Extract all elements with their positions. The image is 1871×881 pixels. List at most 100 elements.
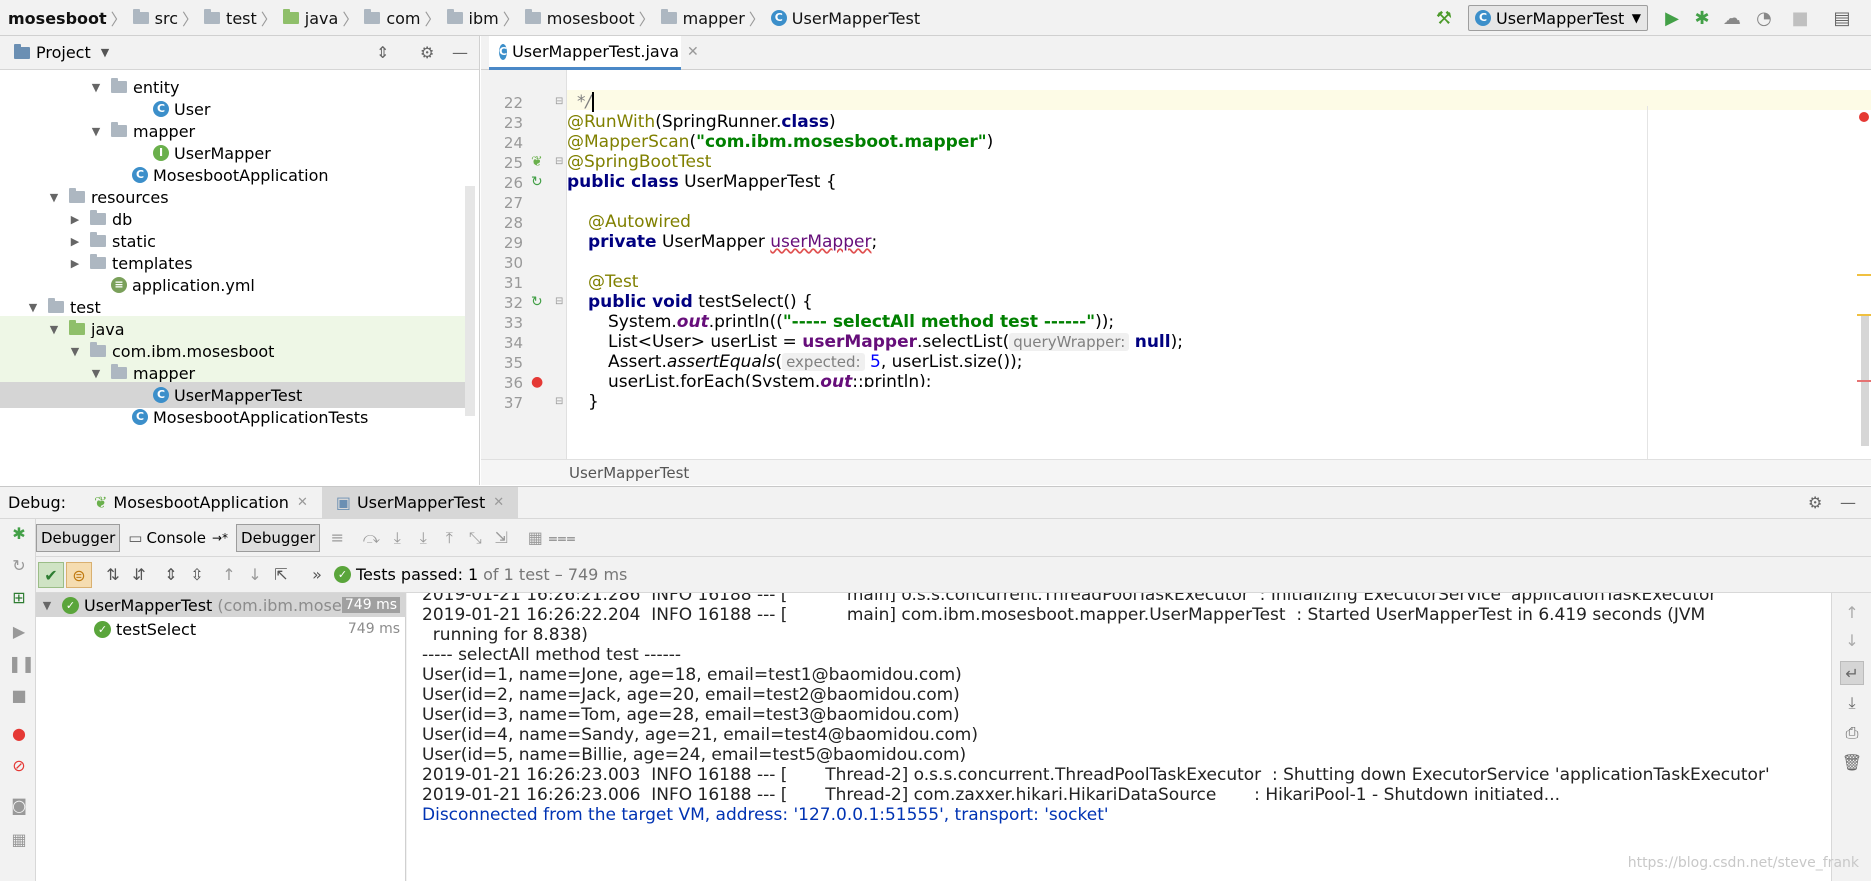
breadcrumb-item[interactable]: java [282, 9, 338, 28]
interface-icon: I [153, 145, 169, 161]
tab-mosesbootapplication[interactable]: ❦ MosesbootApplication ✕ [80, 487, 322, 519]
resume-icon[interactable]: ▶ [8, 621, 30, 643]
view-breakpoints-icon[interactable]: ● [8, 723, 30, 745]
test-row-usermappertest[interactable]: ▼ ✓ UserMapperTest (com.ibm.mosesb 749 m… [36, 593, 406, 617]
tree-item-label: UserMapper [174, 143, 271, 163]
breadcrumb-item[interactable]: ibm [446, 9, 499, 28]
test-config-icon: ▣ [335, 493, 351, 512]
coverage-icon[interactable]: ☁ [1720, 6, 1744, 30]
drop-frame-icon[interactable]: ⤡ [462, 525, 488, 551]
gear-icon[interactable]: ⚙ [1808, 493, 1822, 512]
profile-icon[interactable]: ◔ [1752, 6, 1776, 30]
chevron-down-icon[interactable]: ▼ [26, 301, 40, 314]
gear-icon[interactable]: ⚙ [420, 43, 434, 62]
tree-item-label: MosesbootApplication [153, 165, 329, 185]
build-icon[interactable]: ⚒ [1432, 6, 1456, 30]
debugger-tab[interactable]: Debugger [36, 523, 121, 552]
minimize-icon[interactable]: — [1840, 493, 1856, 512]
breadcrumb-item[interactable]: src [132, 9, 178, 28]
run-configuration-select[interactable]: C UserMapperTest ▼ [1468, 5, 1648, 31]
project-panel-header: Project ▼ ⇕ ⚙ — [0, 36, 479, 70]
tree-item-label: application.yml [132, 275, 255, 295]
editor-tab-usermappertest[interactable]: C UserMapperTest.java ✕ [489, 36, 699, 70]
chevron-down-icon[interactable]: ▼ [40, 599, 54, 612]
mute-breakpoints-icon[interactable]: ⊘ [8, 755, 30, 777]
down-arrow-icon[interactable]: ↓ [1840, 629, 1864, 653]
chevron-down-icon[interactable]: ▼ [89, 125, 103, 138]
error-marker-icon[interactable] [1859, 112, 1869, 122]
sort-duration-icon[interactable]: ⇵ [126, 562, 152, 588]
editor-scrollbar[interactable] [1857, 106, 1871, 459]
warning-stripe[interactable] [1857, 274, 1871, 276]
breadcrumb-item[interactable]: C UserMapperTest [770, 9, 920, 28]
chevron-down-icon[interactable]: ▼ [47, 323, 61, 336]
step-over-icon[interactable]: ⤼ [358, 525, 384, 551]
console-output[interactable]: 2019-01-21 16:26:21.286 INFO 16188 --- [… [407, 593, 1831, 881]
chevron-down-icon[interactable]: ▼ [89, 367, 103, 380]
show-ignored-icon[interactable]: ⊜ [66, 561, 92, 588]
test-class-icon: C [499, 43, 508, 60]
error-stripe[interactable] [1857, 380, 1871, 382]
expand-all-icon[interactable]: ⇕ [158, 562, 184, 588]
tree-item[interactable]: C MosesbootApplicationTests [0, 404, 470, 430]
run-to-cursor-icon[interactable]: ⇲ [488, 525, 514, 551]
chevron-right-icon[interactable]: ▶ [68, 257, 82, 270]
up-arrow-icon[interactable]: ↑ [1840, 601, 1864, 625]
previous-failed-icon[interactable]: ↑ [216, 562, 242, 588]
sort-alpha-icon[interactable]: ⇅ [100, 562, 126, 588]
print-icon[interactable]: ⎙ [1840, 721, 1864, 745]
export-icon[interactable]: ⇱ [268, 562, 294, 588]
layout-icon[interactable]: ▦ [8, 829, 30, 851]
step-out-icon[interactable]: ⤒ [436, 525, 462, 551]
breadcrumb-item[interactable]: test [204, 9, 257, 28]
soft-wrap-icon[interactable]: ↵ [1840, 661, 1864, 685]
pause-icon[interactable]: ❚❚ [8, 653, 35, 675]
chevron-right-icon[interactable]: ▶ [68, 235, 82, 248]
tests-passed-icon: ✓ [334, 566, 351, 583]
chevron-down-icon[interactable]: ▼ [89, 81, 103, 94]
chevron-down-icon[interactable]: ▼ [68, 345, 82, 358]
close-icon[interactable]: ✕ [493, 495, 504, 510]
next-failed-icon[interactable]: ↓ [242, 562, 268, 588]
chevron-down-icon[interactable]: ▼ [101, 46, 109, 59]
rerun-debug-icon[interactable]: ✱ [8, 523, 30, 545]
stop-icon[interactable]: ■ [8, 685, 30, 707]
chevron-down-icon[interactable]: ▼ [47, 191, 61, 204]
step-into-icon[interactable]: ⤓ [384, 525, 410, 551]
more-icon[interactable]: » [304, 562, 330, 588]
toggle-tests-icon[interactable]: ⊞ [8, 587, 30, 609]
test-row-testselect[interactable]: ✓ testSelect 749 ms [36, 617, 406, 641]
project-panel-title[interactable]: Project [36, 43, 91, 62]
trace-icon[interactable]: ⩶ [548, 525, 575, 551]
project-scrollbar[interactable] [465, 186, 475, 416]
close-icon[interactable]: ✕ [297, 495, 308, 510]
console-line: 2019-01-21 16:26:22.204 INFO 16188 --- [… [422, 605, 1706, 625]
debugger-tab-2[interactable]: Debugger [236, 523, 321, 552]
editor-breadcrumb[interactable]: UserMapperTest [481, 459, 1871, 485]
chevron-right-icon[interactable]: ▶ [68, 213, 82, 226]
menu-icon[interactable]: ≡ [324, 525, 350, 551]
show-passed-icon[interactable]: ✔ [38, 561, 64, 588]
camera-icon[interactable]: ◙ [8, 795, 30, 817]
breadcrumb-item[interactable]: mapper [660, 9, 745, 28]
run-icon[interactable]: ▶ [1660, 6, 1684, 30]
code-area[interactable]: */ @RunWith(SpringRunner.class) @MapperS… [481, 70, 1857, 459]
force-step-into-icon[interactable]: ⤓ [410, 525, 436, 551]
stop-icon[interactable]: ■ [1788, 6, 1812, 30]
trash-icon[interactable]: 🗑 [1840, 751, 1864, 775]
evaluate-icon[interactable]: ▦ [522, 525, 548, 551]
debug-icon[interactable]: ✱ [1690, 6, 1714, 30]
collapse-all-icon[interactable]: ⇳ [184, 562, 210, 588]
scroll-to-end-icon[interactable]: ⤓ [1840, 691, 1864, 715]
breadcrumb-item[interactable]: mosesboot [8, 9, 107, 28]
project-structure-icon[interactable]: ▤ [1830, 6, 1854, 30]
console-tab[interactable]: ▭ Console →* [124, 524, 232, 552]
minimize-icon[interactable]: — [452, 43, 468, 62]
folder-icon [282, 9, 299, 24]
close-icon[interactable]: ✕ [687, 44, 699, 60]
tab-usermappertest[interactable]: ▣ UserMapperTest ✕ [321, 486, 519, 519]
rerun-failed-icon[interactable]: ↻ [8, 555, 30, 577]
collapse-all-icon[interactable]: ⇕ [376, 43, 389, 62]
breadcrumb-item[interactable]: com [364, 9, 421, 28]
breadcrumb-item[interactable]: mosesboot [524, 9, 635, 28]
